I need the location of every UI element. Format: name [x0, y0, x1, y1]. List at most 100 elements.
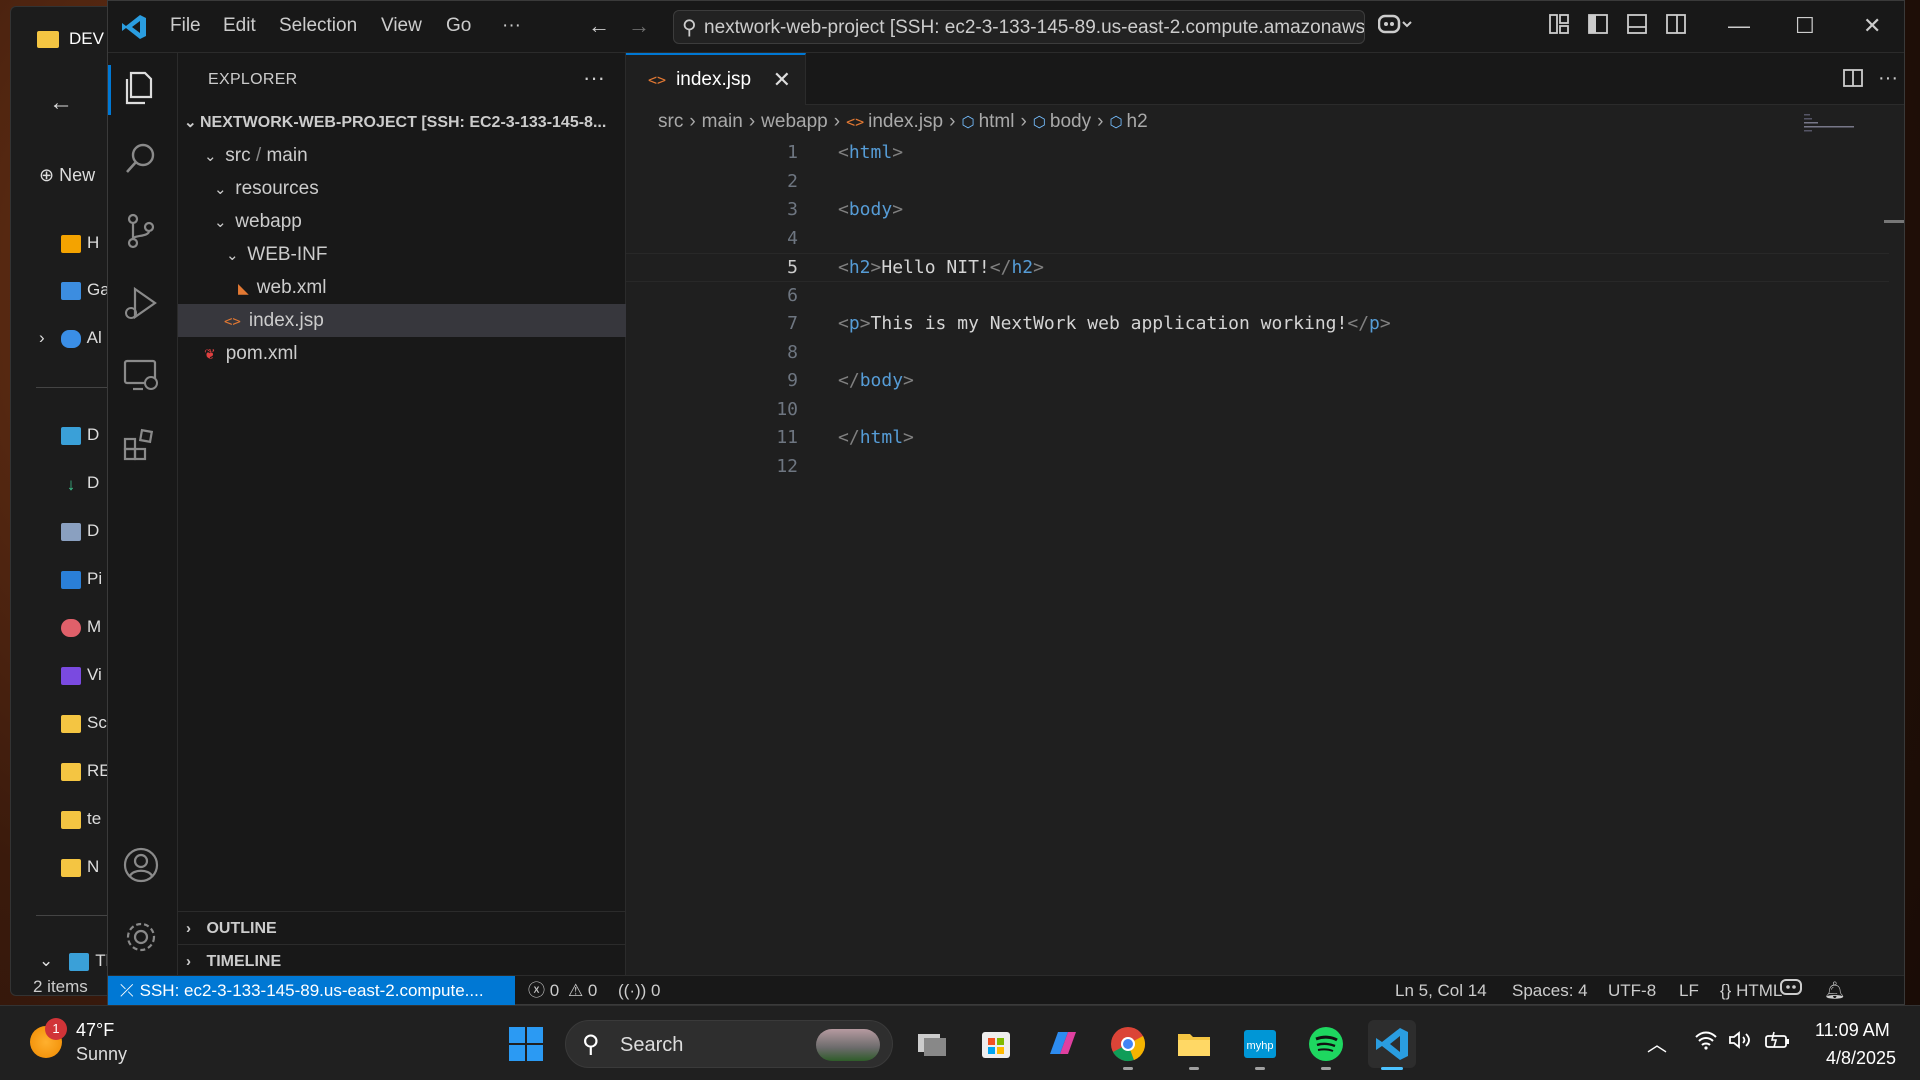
explorer-icon[interactable] [121, 67, 165, 111]
remote-explorer-icon[interactable] [121, 355, 165, 399]
breadcrumb-item[interactable]: src [658, 111, 683, 132]
maximize-icon[interactable]: ☐ [1795, 13, 1815, 39]
workspace-root[interactable]: ⌄ NEXTWORK-WEB-PROJECT [SSH: EC2-3-133-14… [178, 106, 626, 139]
code-line[interactable]: 5 <h2>Hello NIT!</h2> [626, 253, 1889, 282]
gear-icon[interactable] [121, 917, 165, 961]
search-icon[interactable] [121, 139, 165, 183]
chevron-up-icon[interactable]: ︿ [1647, 1028, 1667, 1057]
customize-layout-icon[interactable] [1548, 13, 1570, 41]
nav-item-folder-n[interactable]: N [61, 857, 99, 877]
language-mode[interactable]: {} HTML [1720, 976, 1782, 1005]
minimap[interactable] [1804, 113, 1864, 133]
code-line[interactable]: 4 [626, 225, 1886, 254]
tab-index-jsp[interactable]: <> index.jsp ✕ [626, 53, 806, 105]
extensions-icon[interactable] [121, 425, 165, 469]
menu-selection[interactable]: Selection [279, 15, 357, 37]
breadcrumb-item[interactable]: main [702, 111, 743, 132]
tree-item-webapp[interactable]: ⌄ webapp [178, 205, 626, 238]
nav-item-folder-re[interactable]: RE [61, 761, 111, 781]
myhp-icon[interactable]: myhp [1236, 1020, 1284, 1070]
breadcrumb-item[interactable]: html [979, 111, 1015, 132]
close-icon[interactable]: ✕ [1863, 13, 1881, 39]
more-actions-icon[interactable]: ··· [1878, 67, 1898, 90]
tree-item-web-inf[interactable]: ⌄ WEB-INF [178, 238, 626, 271]
timeline-section[interactable]: › TIMELINE [178, 944, 626, 977]
minimize-icon[interactable]: — [1728, 13, 1750, 39]
code-line[interactable]: 1 <html> [626, 139, 1886, 168]
code-line[interactable]: 8 [626, 339, 1886, 368]
breadcrumb-item[interactable]: h2 [1127, 111, 1148, 132]
copilot-app-icon[interactable] [1038, 1020, 1086, 1068]
encoding[interactable]: UTF-8 [1608, 976, 1656, 1005]
nav-item-folder-te[interactable]: te [61, 809, 101, 829]
outline-section[interactable]: › OUTLINE [178, 911, 626, 944]
command-center[interactable]: ⚲ nextwork-web-project [SSH: ec2-3-133-1… [673, 10, 1365, 44]
forward-arrow-icon[interactable]: → [628, 13, 650, 39]
source-control-icon[interactable] [121, 211, 165, 255]
menu-more[interactable]: ··· [502, 15, 521, 37]
tree-item-pom-xml[interactable]: ❦ pom.xml [178, 337, 626, 370]
remote-indicator[interactable]: ⤫ SSH: ec2-3-133-145-89.us-east-2.compute… [108, 976, 515, 1005]
copilot-icon[interactable] [1377, 13, 1412, 43]
vscode-taskbar-icon[interactable] [1368, 1020, 1416, 1070]
menu-go[interactable]: Go [446, 15, 471, 37]
copilot-status-icon[interactable] [1780, 976, 1802, 1005]
nav-item-this-pc[interactable]: ⌄ Th [39, 951, 115, 971]
toggle-panel-icon[interactable] [1626, 13, 1648, 41]
chrome-icon[interactable] [1104, 1020, 1152, 1070]
breadcrumb-item[interactable]: index.jsp [868, 111, 943, 132]
code-line[interactable]: 10 [626, 396, 1886, 425]
clock-date[interactable]: 4/8/2025 [1826, 1048, 1896, 1069]
volume-icon[interactable] [1728, 1030, 1752, 1056]
back-arrow-icon[interactable]: ← [49, 89, 73, 117]
code-line[interactable]: 3 <body> [626, 196, 1886, 225]
nav-item-onedrive[interactable]: › Al [39, 328, 102, 348]
nav-item-home[interactable]: H [61, 233, 99, 253]
spotify-icon[interactable] [1302, 1020, 1350, 1070]
menu-file[interactable]: File [170, 15, 201, 37]
battery-icon[interactable] [1764, 1030, 1792, 1056]
microsoft-store-icon[interactable] [972, 1020, 1020, 1068]
code-line[interactable]: 11 </html> [626, 424, 1886, 453]
bell-icon[interactable]: 🔔︎ [1824, 976, 1846, 1005]
wifi-icon[interactable] [1694, 1030, 1718, 1056]
code-line[interactable]: 2 [626, 168, 1886, 197]
accounts-icon[interactable] [121, 845, 165, 889]
code-line[interactable]: 6 [626, 282, 1886, 311]
taskbar-search[interactable]: ⚲ Search [565, 1020, 893, 1068]
code-line[interactable]: 9 </body> [626, 367, 1886, 396]
nav-item-videos[interactable]: Vi [61, 665, 102, 685]
ports-indicator[interactable]: ((·)) 0 [618, 976, 661, 1005]
nav-item-downloads[interactable]: ↓ D [61, 473, 100, 494]
code-line[interactable]: 12 [626, 453, 1886, 482]
nav-item-music[interactable]: M [61, 617, 101, 637]
tree-item-index-jsp[interactable]: <> index.jsp [178, 304, 626, 337]
nav-item-desktop[interactable]: D [61, 425, 99, 445]
nav-item-gallery[interactable]: Ga [61, 280, 110, 300]
nav-item-documents[interactable]: D [61, 521, 99, 541]
tree-item-resources[interactable]: ⌄ resources [178, 172, 626, 205]
breadcrumb-item[interactable]: webapp [761, 111, 828, 132]
tree-item-web-xml[interactable]: ◣ web.xml [178, 271, 626, 304]
toggle-primary-sidebar-icon[interactable] [1587, 13, 1609, 41]
run-and-debug-icon[interactable] [121, 283, 165, 327]
cursor-position[interactable]: Ln 5, Col 14 [1395, 976, 1487, 1005]
nav-item-folder-sc[interactable]: Sc [61, 713, 107, 733]
menu-edit[interactable]: Edit [223, 15, 256, 37]
code-line[interactable]: 7 <p>This is my NextWork web application … [626, 310, 1886, 339]
tree-item-src-main[interactable]: ⌄ src / main [178, 139, 626, 172]
file-explorer-icon[interactable] [1170, 1020, 1218, 1070]
clock-time[interactable]: 11:09 AM [1815, 1020, 1890, 1041]
more-actions-icon[interactable]: ··· [583, 65, 605, 91]
toggle-secondary-sidebar-icon[interactable] [1665, 13, 1687, 41]
windows-start-icon[interactable] [508, 1026, 544, 1062]
task-view-icon[interactable] [908, 1020, 956, 1068]
breadcrumb-item[interactable]: body [1050, 111, 1091, 132]
split-editor-icon[interactable] [1842, 67, 1864, 95]
problems-indicator[interactable]: ⓧ 0 ⚠ 0 [528, 976, 597, 1005]
new-button[interactable]: ⊕ New [39, 165, 95, 186]
back-arrow-icon[interactable]: ← [588, 13, 610, 39]
menu-view[interactable]: View [381, 15, 422, 37]
nav-item-pictures[interactable]: Pi [61, 569, 102, 589]
end-of-line[interactable]: LF [1679, 976, 1699, 1005]
